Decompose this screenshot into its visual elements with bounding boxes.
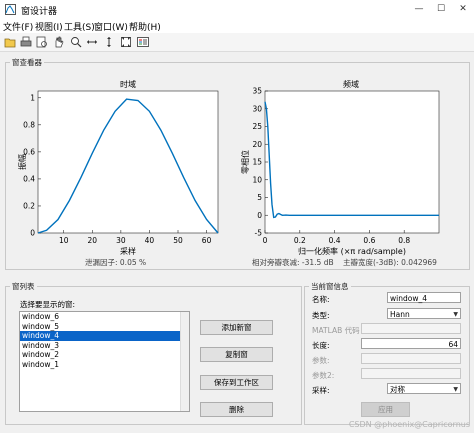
freq-ytick-label: 25 (252, 122, 262, 131)
menu-bar: 文件(F) 视图(I) 工具(S) 窗口(W) 帮助(H) (0, 19, 474, 33)
freq-xlabel: 归一化频率 (×π rad/sample) (298, 246, 406, 256)
freq-ytick-label: 35 (252, 87, 262, 96)
parameter2-field (361, 368, 461, 379)
time-xtick-label: 30 (116, 236, 126, 245)
frequency-domain-plot[interactable]: 频域 0 0.2 0.4 0.6 0.8-505101520253035 归一化频率 (… (240, 75, 462, 263)
name-field[interactable]: window_4 (387, 292, 461, 303)
copy-window-button[interactable]: 复制窗 (200, 347, 273, 362)
window-viewer-title: 窗查看器 (10, 57, 44, 68)
app-icon (5, 4, 16, 15)
freq-ytick-label: -5 (255, 229, 263, 238)
freq-xtick-label: 0.6 (363, 236, 375, 245)
apply-button[interactable]: 应用 (361, 402, 410, 417)
window-listbox[interactable]: window_6 window_5 window_4 window_3 wind… (19, 311, 190, 412)
leakage-factor-text: 泄漏因子: 0.05 % (85, 258, 147, 267)
matlab-code-field (361, 323, 461, 334)
menu-tools[interactable]: 工具(S) (64, 20, 95, 33)
time-ytick-label: 1 (30, 93, 35, 102)
list-item[interactable]: window_5 (20, 322, 189, 332)
time-xtick-label: 40 (145, 236, 155, 245)
time-ylabel: 振幅 (17, 154, 27, 170)
freq-ylabel: 零相位 (240, 150, 250, 174)
type-select-value: Hann (390, 310, 410, 319)
matlab-code-label: MATLAB 代码 (312, 326, 360, 335)
freq-ytick-label: 10 (252, 175, 262, 184)
time-xtick-label: 10 (59, 236, 69, 245)
full-view-icon[interactable] (119, 35, 133, 49)
menu-window[interactable]: 窗口(W) (94, 20, 128, 33)
mainlobe-width-text: 主瓣宽度(-3dB): 0.042969 (343, 258, 437, 267)
window-title: 窗设计器 (21, 7, 58, 17)
legend-icon[interactable] (136, 35, 150, 49)
print-icon[interactable] (19, 35, 33, 49)
freq-xtick-label: 0 (263, 236, 268, 245)
print-preview-icon[interactable] (35, 35, 49, 49)
freq-xtick-label: 0.2 (294, 236, 306, 245)
sidelobe-attenuation-text: 相对旁瓣衰减: -31.5 dB (252, 258, 334, 267)
length-field[interactable]: 64 (361, 338, 461, 349)
list-item[interactable]: window_3 (20, 341, 189, 351)
delete-button[interactable]: 删除 (200, 402, 273, 417)
listbox-scrollbar[interactable] (180, 312, 189, 411)
title-bar: 窗设计器 — ☐ ✕ (0, 0, 474, 19)
list-item[interactable]: window_2 (20, 350, 189, 360)
length-label: 长度: (312, 341, 330, 350)
parameter-field (361, 353, 461, 364)
menu-view[interactable]: 视图(I) (35, 20, 63, 33)
type-select[interactable]: Hann ▼ (387, 308, 461, 319)
freq-xtick-label: 0.8 (398, 236, 410, 245)
time-plot-title: 时域 (120, 79, 136, 89)
menu-help[interactable]: 帮助(H) (129, 20, 161, 33)
freq-ytick-label: 20 (252, 140, 262, 149)
time-domain-plot[interactable]: 时域 10 20 30 40 50 6000.20.40.60.81 采样 振幅 (15, 75, 225, 263)
freq-plot-title: 频域 (343, 79, 359, 89)
pan-hand-icon[interactable] (52, 35, 66, 49)
sampling-label: 采样: (312, 386, 330, 395)
time-plot-axes (37, 90, 219, 234)
freq-ytick-label: 15 (252, 158, 262, 167)
list-item[interactable]: window_6 (20, 312, 189, 322)
time-ytick-label: 0 (30, 229, 35, 238)
sampling-select[interactable]: 对称 ▼ (387, 383, 461, 394)
time-ytick-label: 0.8 (23, 120, 35, 129)
menu-file[interactable]: 文件(F) (3, 20, 33, 33)
type-label: 类型: (312, 311, 330, 320)
save-to-workspace-button[interactable]: 保存到工作区 (200, 375, 273, 390)
freq-ytick-label: 30 (252, 104, 262, 113)
time-xtick-label: 20 (88, 236, 98, 245)
close-button[interactable]: ✕ (452, 2, 474, 17)
window-list-title: 窗列表 (10, 281, 37, 292)
open-icon[interactable] (3, 35, 17, 49)
toolbar (0, 33, 474, 52)
freq-ytick-label: 5 (257, 193, 262, 202)
maximize-button[interactable]: ☐ (430, 2, 452, 17)
time-xtick-label: 50 (173, 236, 183, 245)
chevron-down-icon: ▼ (453, 386, 458, 393)
time-ytick-label: 0.2 (23, 201, 35, 210)
window-list-prompt: 选择要显示的窗: (20, 300, 76, 309)
time-ytick-label: 0.4 (23, 174, 35, 183)
list-item[interactable]: window_1 (20, 360, 189, 370)
zoom-x-icon[interactable] (85, 35, 99, 49)
zoom-y-icon[interactable] (102, 35, 116, 49)
chevron-down-icon: ▼ (453, 311, 458, 318)
freq-plot-axes (264, 90, 440, 234)
parameter2-label: 参数2: (312, 371, 335, 380)
minimize-button[interactable]: — (408, 2, 430, 17)
time-xtick-label: 60 (202, 236, 212, 245)
watermark-text: CSDN @phoenix@Capricornus (348, 420, 470, 429)
zoom-in-icon[interactable] (69, 35, 83, 49)
add-window-button[interactable]: 添加新窗 (200, 320, 273, 335)
sampling-select-value: 对称 (390, 385, 405, 394)
parameter-label: 参数: (312, 356, 330, 365)
list-item-selected[interactable]: window_4 (20, 331, 189, 341)
current-window-info-title: 当前窗信息 (309, 281, 351, 292)
freq-xtick-label: 0.4 (329, 236, 341, 245)
name-label: 名称: (312, 295, 330, 304)
freq-ytick-label: 0 (257, 211, 262, 220)
time-xlabel: 采样 (120, 246, 136, 256)
